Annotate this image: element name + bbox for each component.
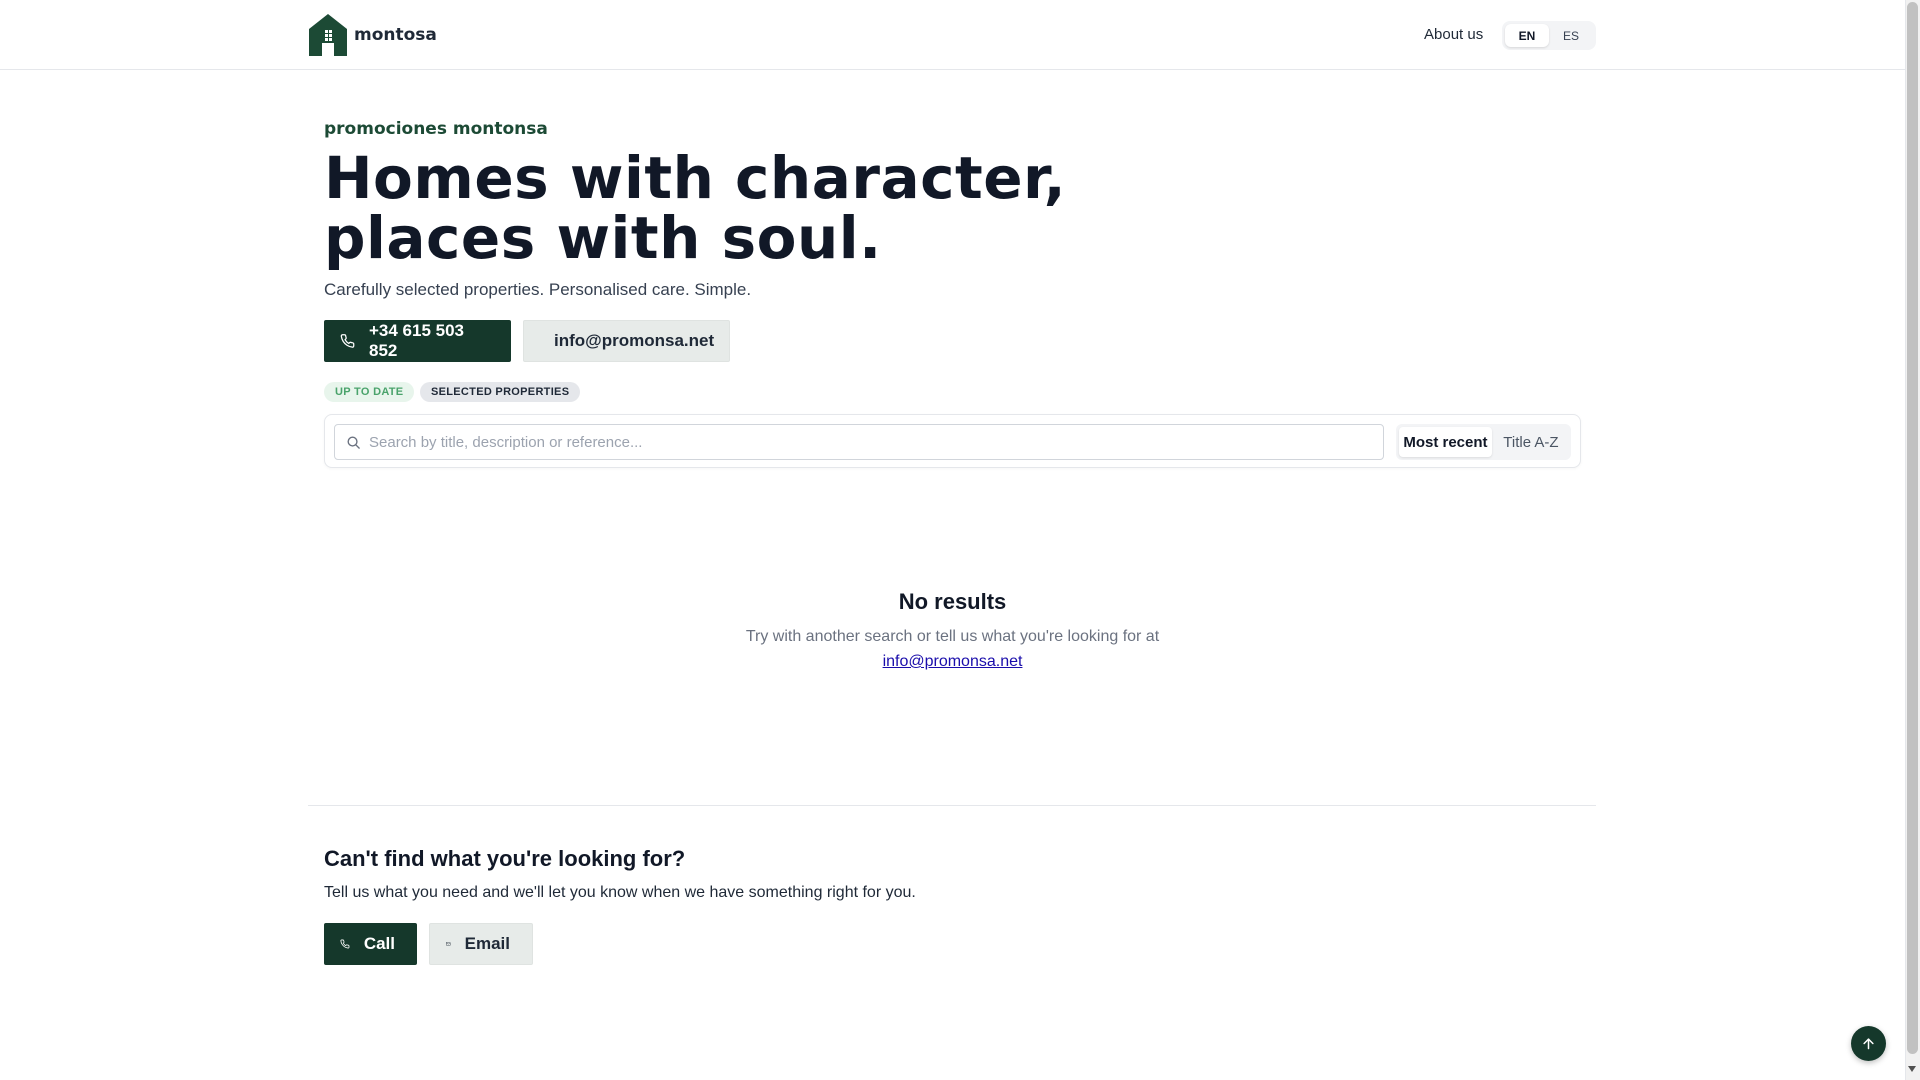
search-field bbox=[334, 424, 1384, 460]
top-navigation-bar: montosa About us EN ES bbox=[0, 0, 1905, 70]
brand-logo-link[interactable]: montosa bbox=[308, 13, 437, 56]
house-logo-icon bbox=[309, 14, 347, 56]
hero-title-line-1: Homes with character, bbox=[324, 144, 1067, 212]
phone-icon bbox=[340, 334, 355, 348]
call-button[interactable]: Call bbox=[324, 923, 417, 965]
sort-title-az-button[interactable]: Title A-Z bbox=[1494, 427, 1568, 457]
status-badge-selected-properties: SELECTED PROPERTIES bbox=[420, 382, 581, 402]
no-results-title: No results bbox=[898, 589, 1007, 614]
call-button-label: Call bbox=[363, 934, 395, 953]
language-switcher: EN ES bbox=[1502, 21, 1596, 50]
hero-title-line-2: places with soul. bbox=[324, 204, 882, 272]
hero-title: Homes with character, places with soul. bbox=[324, 148, 1224, 268]
hero-subtitle: Carefully selected properties. Personali… bbox=[324, 280, 752, 299]
phone-icon bbox=[340, 939, 350, 949]
search-input[interactable] bbox=[369, 425, 1369, 459]
email-button-label: info@promonsa.net bbox=[554, 331, 715, 350]
no-results-message: Try with another search or tell us what … bbox=[745, 628, 1160, 645]
status-badge-up-to-date: UP TO DATE bbox=[324, 382, 415, 402]
no-results-email-wrap: info@promonsa.net bbox=[0, 653, 1905, 671]
cta-text: Tell us what you need and we'll let you … bbox=[324, 884, 916, 901]
mail-icon bbox=[446, 942, 451, 946]
email-button[interactable]: info@promonsa.net bbox=[523, 320, 730, 362]
language-option-en[interactable]: EN bbox=[1505, 24, 1549, 47]
hero-eyebrow: promociones montonsa bbox=[324, 119, 548, 139]
phone-button[interactable]: +34 615 503 852 bbox=[324, 320, 511, 362]
scrollbar-down-arrow-icon[interactable] bbox=[1908, 1066, 1916, 1072]
language-option-es[interactable]: ES bbox=[1549, 24, 1593, 47]
sort-most-recent-button[interactable]: Most recent bbox=[1399, 427, 1492, 457]
cta-email-button[interactable]: Email bbox=[429, 923, 533, 965]
scroll-to-top-button[interactable] bbox=[1851, 1026, 1886, 1061]
sort-toggle: Most recent Title A-Z bbox=[1396, 424, 1571, 460]
search-filter-panel: Most recent Title A-Z bbox=[324, 414, 1581, 468]
page: montosa About us EN ES promociones monto… bbox=[0, 0, 1920, 1080]
arrow-up-icon bbox=[1863, 1038, 1874, 1050]
section-divider bbox=[308, 805, 1596, 806]
brand-name: montosa bbox=[354, 24, 437, 45]
cta-title: Can't find what you're looking for? bbox=[324, 846, 686, 871]
cta-email-button-label: Email bbox=[464, 934, 510, 953]
no-results-email-link[interactable]: info@promonsa.net bbox=[883, 653, 1023, 670]
scrollbar-thumb[interactable] bbox=[1907, 2, 1918, 1054]
phone-button-label: +34 615 503 852 bbox=[368, 321, 464, 360]
about-us-link[interactable]: About us bbox=[1424, 26, 1483, 43]
search-icon bbox=[347, 436, 360, 449]
